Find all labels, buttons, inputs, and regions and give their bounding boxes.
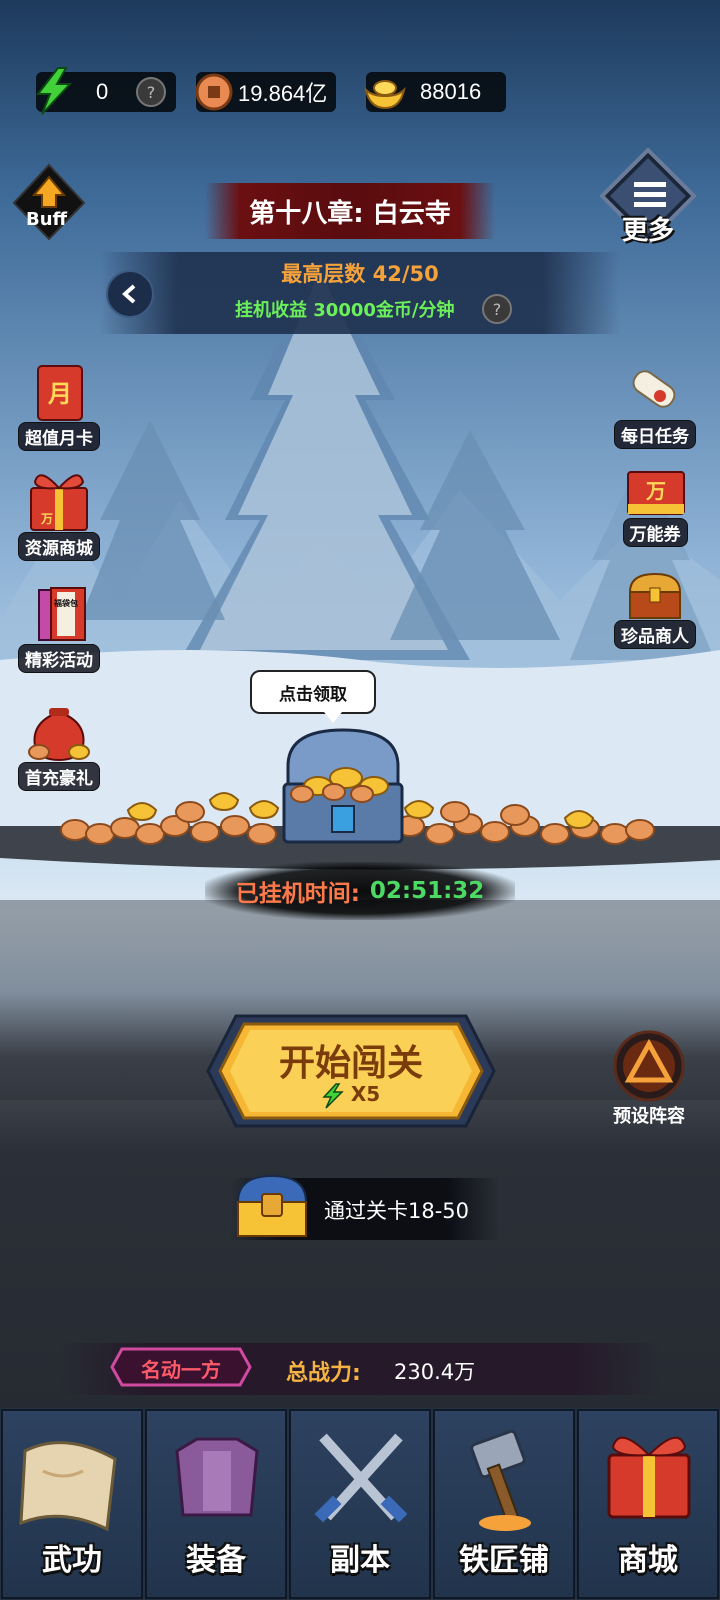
monthly-card-button[interactable]: 月 超值月卡 xyxy=(4,362,114,451)
copper-counter: 19.864亿 xyxy=(195,72,336,112)
gift-box-icon: 万 xyxy=(30,474,88,531)
max-floor-label: 最高层数 xyxy=(281,262,366,286)
first-recharge-label: 首充豪礼 xyxy=(18,762,100,791)
treasure-chest-icon xyxy=(628,572,682,619)
stage-reward-panel[interactable]: 通过关卡18-50 xyxy=(230,1174,500,1240)
title-badge[interactable]: 名动一方 xyxy=(110,1347,252,1387)
monthly-card-icon-text: 月 xyxy=(47,380,72,408)
preset-formation-button[interactable]: 预设阵容 xyxy=(604,1028,694,1128)
buff-button[interactable]: Buff xyxy=(12,163,86,241)
lightning-icon xyxy=(35,67,73,115)
start-button-cost: X5 xyxy=(206,1082,496,1109)
resource-shop-label: 资源商城 xyxy=(18,532,100,561)
max-floor-value: 42/50 xyxy=(372,262,439,286)
afk-time-label: 已挂机时间: xyxy=(235,881,360,907)
max-floor: 最高层数 42/50 xyxy=(100,258,620,288)
combat-power-bar: 名动一方 总战力: 230.4万 xyxy=(60,1343,660,1395)
rare-merchant-label: 珍品商人 xyxy=(614,620,696,649)
tab-shop-label: 商城 xyxy=(618,1543,678,1578)
buff-label: Buff xyxy=(26,209,68,230)
copper-value: 19.864亿 xyxy=(238,81,328,106)
stage-reward-label: 通过关卡18-50 xyxy=(324,1199,470,1223)
preset-formation-label: 预设阵容 xyxy=(613,1106,685,1127)
universal-ticket-icon-text: 万 xyxy=(645,479,666,503)
universal-ticket-label: 万能券 xyxy=(622,518,688,547)
tab-equipment-label: 装备 xyxy=(186,1543,246,1578)
energy-value: 0 xyxy=(96,79,109,104)
tab-shop[interactable]: 商城 xyxy=(577,1409,719,1599)
bottom-nav: 武功 装备 副本 铁匠铺 商城 xyxy=(0,1408,720,1600)
energy-help-button[interactable]: ? xyxy=(136,77,166,107)
gold-ingot-icon xyxy=(364,80,406,110)
monthly-card-icon: 月 xyxy=(37,365,83,421)
energy-counter: 0 ? xyxy=(35,67,176,115)
events-label: 精彩活动 xyxy=(18,644,100,673)
chapter-info-bar: 最高层数 42/50 挂机收益 30000金币/分钟 ? xyxy=(100,252,620,334)
tab-dungeon-label: 副本 xyxy=(330,1543,390,1578)
more-button[interactable]: 更多 xyxy=(599,147,697,248)
gold-value: 88016 xyxy=(420,79,482,104)
money-bag-icon xyxy=(28,708,90,762)
blue-chest-icon xyxy=(236,1174,308,1237)
tab-blacksmith[interactable]: 铁匠铺 xyxy=(433,1409,575,1599)
tab-martial-arts-label: 武功 xyxy=(42,1543,102,1578)
power-label: 总战力: xyxy=(286,1361,361,1386)
events-button[interactable]: 福袋包 精彩活动 xyxy=(4,586,114,673)
chapter-title: 第十八章: 白云寺 xyxy=(205,183,495,239)
afk-time-panel: 已挂机时间: 02:51:32 xyxy=(205,862,515,920)
copper-coin-icon xyxy=(195,73,233,111)
tab-blacksmith-label: 铁匠铺 xyxy=(459,1543,549,1578)
daily-tasks-button[interactable]: 每日任务 xyxy=(600,366,710,449)
resource-shop-icon-text: 万 xyxy=(40,512,53,526)
lightning-icon xyxy=(322,1082,344,1109)
afk-time-value: 02:51:32 xyxy=(369,878,485,904)
rare-merchant-button[interactable]: 珍品商人 xyxy=(600,570,710,649)
monthly-card-label: 超值月卡 xyxy=(18,422,100,451)
tab-martial-arts[interactable]: 武功 xyxy=(1,1409,143,1599)
silver-chest-icon xyxy=(282,728,404,844)
gold-counter: 88016 xyxy=(364,72,506,112)
chevron-left-icon xyxy=(121,284,136,304)
first-recharge-button[interactable]: 首充豪礼 xyxy=(4,700,114,791)
scroll-icon xyxy=(632,370,676,408)
formation-triangle-icon xyxy=(613,1030,685,1102)
universal-ticket-button[interactable]: 万 万能券 xyxy=(600,468,710,547)
start-button-label: 开始闯关 xyxy=(278,1043,423,1084)
events-book-icon: 福袋包 xyxy=(38,587,86,641)
tab-dungeon[interactable]: 副本 xyxy=(289,1409,431,1599)
events-icon-text: 福袋包 xyxy=(53,598,78,608)
idle-reward-chest[interactable] xyxy=(278,726,408,846)
claim-bubble[interactable]: 点击领取 xyxy=(250,670,376,723)
ticket-icon: 万 xyxy=(627,471,685,515)
start-cost-value: X5 xyxy=(350,1082,381,1106)
daily-tasks-label: 每日任务 xyxy=(614,420,696,449)
power-value: 230.4万 xyxy=(394,1360,476,1384)
more-label: 更多 xyxy=(622,216,675,246)
idle-income: 挂机收益 30000金币/分钟 xyxy=(235,300,455,321)
title-badge-label: 名动一方 xyxy=(141,1358,221,1382)
start-challenge-button[interactable]: 开始闯关 X5 xyxy=(206,1012,496,1130)
resource-shop-button[interactable]: 万 资源商城 xyxy=(4,468,114,561)
income-help-button[interactable]: ? xyxy=(482,294,512,324)
tab-equipment[interactable]: 装备 xyxy=(145,1409,287,1599)
back-button[interactable] xyxy=(106,270,154,318)
